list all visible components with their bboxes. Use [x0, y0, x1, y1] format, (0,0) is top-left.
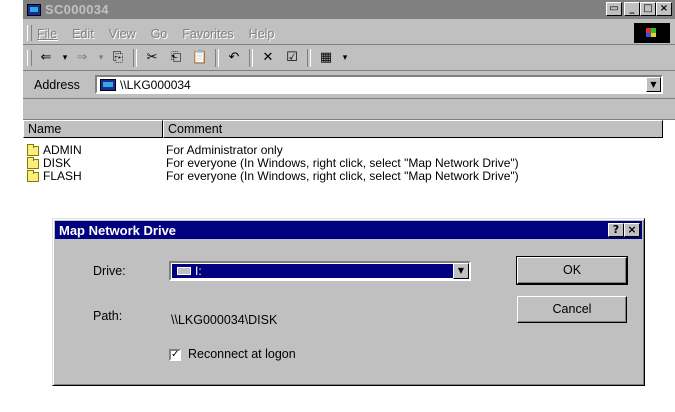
share-comment: For everyone (In Windows, right click, s… — [166, 169, 519, 183]
dialog-close-button[interactable]: × — [624, 223, 640, 237]
column-header-name[interactable]: Name — [23, 120, 163, 138]
shared-folder-icon — [27, 170, 39, 182]
map-network-drive-dialog: Map Network Drive ? × Drive: I: ▼ Path: … — [52, 218, 645, 386]
path-value: \\LKG000034\DISK — [171, 313, 278, 327]
address-bar: Address \\LKG000034 ▼ — [23, 72, 675, 99]
menu-favorites[interactable]: Favorites — [182, 27, 233, 41]
menu-go[interactable]: Go — [151, 27, 168, 41]
back-dropdown-icon[interactable]: ▾ — [61, 49, 69, 67]
column-header-comment[interactable]: Comment — [163, 120, 663, 138]
minimize-button[interactable]: _ — [624, 2, 640, 16]
menu-edit[interactable]: Edit — [72, 27, 94, 41]
cancel-button[interactable]: Cancel — [517, 296, 627, 323]
list-header: Name Comment — [23, 120, 663, 138]
shared-folder-icon — [27, 144, 39, 156]
address-input[interactable]: \\LKG000034 ▼ — [95, 75, 663, 94]
drive-selected-value: I: — [172, 264, 454, 278]
menu-help[interactable]: Help — [249, 27, 275, 41]
up-folder-icon[interactable]: ⎘ — [109, 49, 127, 67]
back-icon[interactable]: ⇐ — [37, 49, 55, 67]
properties-icon[interactable]: ☑ — [283, 49, 301, 67]
menu-file[interactable]: File — [37, 27, 57, 41]
menu-view[interactable]: View — [109, 27, 136, 41]
toolbar-separator — [249, 49, 253, 67]
network-computer-icon — [100, 79, 116, 91]
menu-file-label: File — [37, 27, 58, 41]
windows-logo-icon — [634, 23, 670, 43]
drive-value: I: — [195, 264, 202, 278]
help-button[interactable]: ? — [608, 223, 624, 237]
drive-dropdown-button[interactable]: ▼ — [453, 263, 469, 279]
list-rows: ADMIN For Administrator only DISK For ev… — [27, 144, 519, 183]
standard-toolbar: ⇐ ▾ ⇒ ▾ ⎘ ✂ ⎗ 📋 ↶ ✕ ☑ ▦ ▾ — [23, 46, 675, 71]
list-item[interactable]: FLASH For everyone (In Windows, right cl… — [27, 170, 519, 183]
menu-bar: File Edit View Go Favorites Help — [23, 22, 675, 45]
dialog-title: Map Network Drive — [59, 223, 177, 238]
paste-icon[interactable]: 📋 — [191, 49, 209, 67]
toolbar-separator — [307, 49, 311, 67]
views-icon[interactable]: ▦ — [317, 49, 335, 67]
network-drive-icon — [177, 267, 191, 275]
address-value: \\LKG000034 — [120, 78, 191, 92]
forward-dropdown-icon[interactable]: ▾ — [97, 49, 105, 67]
window-controls: ▭ _ □ × — [606, 2, 672, 16]
address-label: Address — [34, 78, 80, 92]
reconnect-label[interactable]: Reconnect at logon — [188, 347, 296, 361]
reconnect-checkbox[interactable]: ✓ — [169, 349, 181, 361]
ok-button[interactable]: OK — [516, 256, 628, 285]
title-bar[interactable]: SC000034 ▭ _ □ × — [23, 0, 675, 19]
cut-icon[interactable]: ✂ — [143, 49, 161, 67]
menu-grip[interactable] — [27, 25, 32, 41]
shared-folder-icon — [27, 157, 39, 169]
maximize-button[interactable]: □ — [640, 2, 656, 16]
drive-label: Drive: — [93, 264, 126, 278]
path-label: Path: — [93, 309, 123, 323]
close-button[interactable]: × — [656, 2, 672, 16]
delete-icon[interactable]: ✕ — [259, 49, 277, 67]
drive-select[interactable]: I: ▼ — [169, 261, 471, 281]
toolbar-separator — [215, 49, 219, 67]
undo-icon[interactable]: ↶ — [225, 49, 243, 67]
forward-icon[interactable]: ⇒ — [73, 49, 91, 67]
toolbar-separator — [133, 49, 137, 67]
share-name: FLASH — [43, 169, 82, 183]
network-computer-icon — [27, 3, 41, 16]
copy-icon[interactable]: ⎗ — [167, 49, 185, 67]
window-title: SC000034 — [45, 2, 109, 17]
restore-layout-icon[interactable]: ▭ — [606, 2, 622, 16]
toolbar-grip[interactable] — [27, 50, 32, 66]
dialog-title-bar[interactable]: Map Network Drive ? × — [55, 221, 642, 239]
views-dropdown-icon[interactable]: ▾ — [341, 49, 349, 67]
address-dropdown-button[interactable]: ▼ — [646, 77, 661, 92]
